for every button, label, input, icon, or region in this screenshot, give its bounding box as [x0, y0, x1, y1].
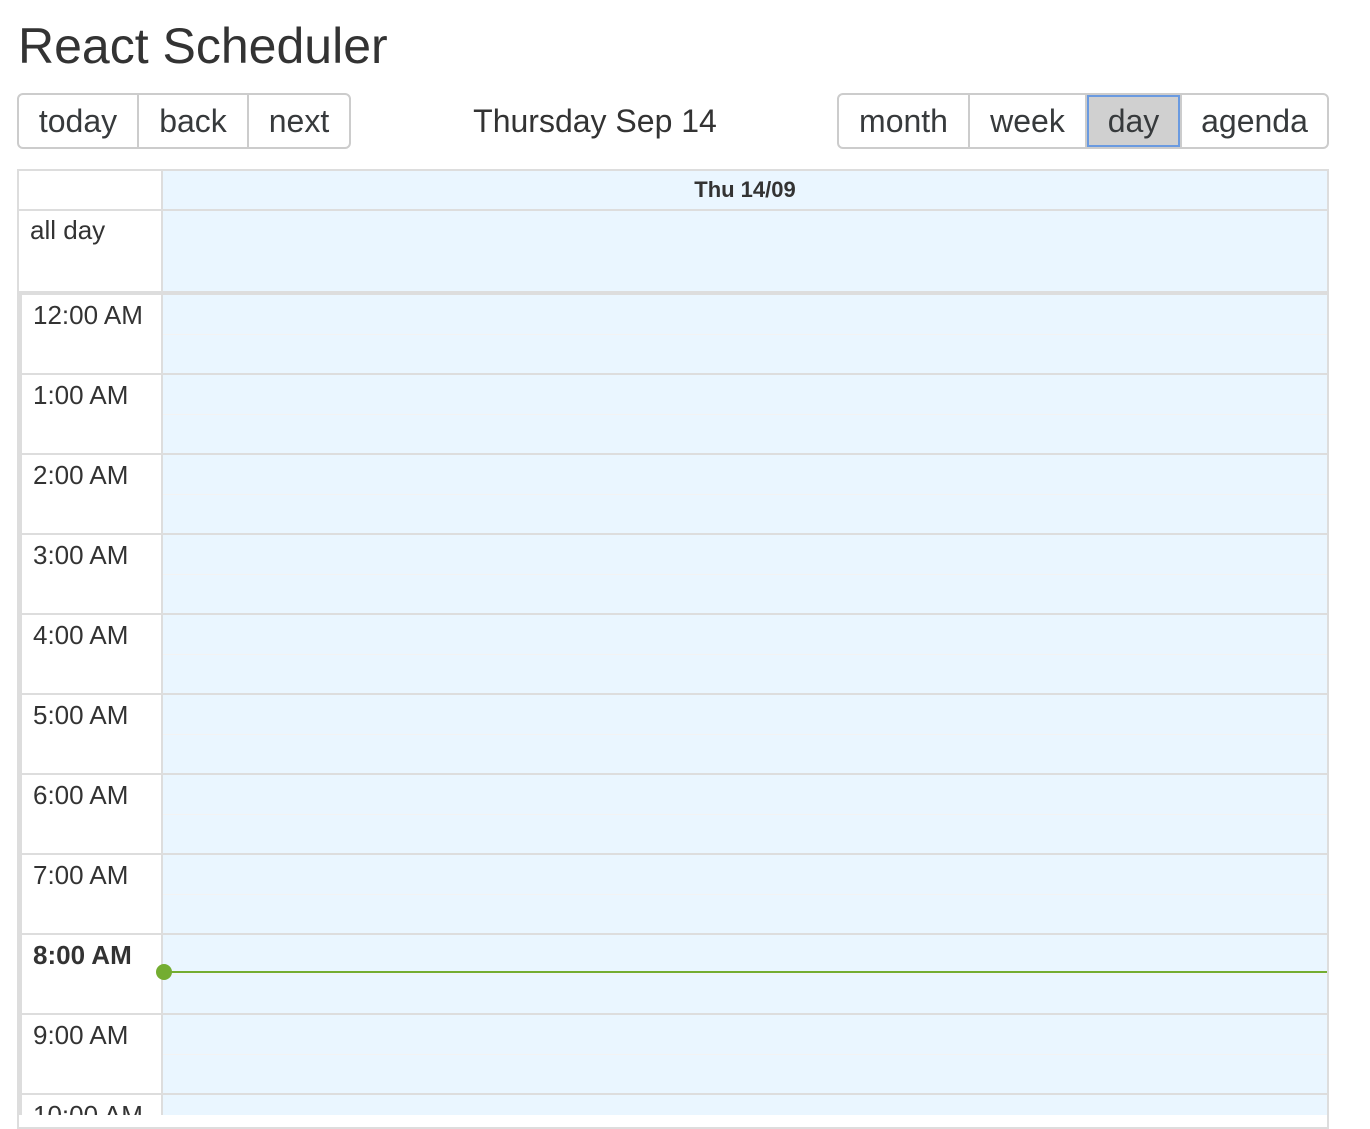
- time-grid[interactable]: 12:00 AM 1:00 AM 2:00 AM 3:00 AM 4:00 AM 5:00…: [19, 295, 1327, 1115]
- half-hour-divider: [163, 1054, 1327, 1055]
- time-gutter: 12:00 AM 1:00 AM 2:00 AM 3:00 AM 4:00 AM 5:00…: [19, 295, 163, 1115]
- half-hour-divider: [163, 734, 1327, 735]
- time-slot-group: 1:00 AM: [22, 375, 161, 455]
- day-slot-column[interactable]: [156, 295, 1327, 1115]
- time-slot-label: 6:00 AM: [33, 780, 129, 810]
- time-slot-group: 4:00 AM: [22, 615, 161, 695]
- day-time-slot[interactable]: [163, 455, 1327, 535]
- time-slot-label: 4:00 AM: [33, 620, 129, 650]
- day-view-button[interactable]: day: [1087, 95, 1182, 147]
- day-time-slot[interactable]: [163, 295, 1327, 375]
- half-hour-divider: [163, 414, 1327, 415]
- day-time-slot[interactable]: [163, 695, 1327, 775]
- current-time-dot: [156, 964, 172, 980]
- time-slot-group: 10:00 AM: [22, 1095, 161, 1115]
- day-time-slot[interactable]: [163, 935, 1327, 1015]
- all-day-label: all day: [19, 211, 163, 291]
- time-slot-label: 8:00 AM: [33, 940, 132, 970]
- time-slot-label: 3:00 AM: [33, 540, 129, 570]
- time-slot-group: 6:00 AM: [22, 775, 161, 855]
- all-day-cell[interactable]: [163, 211, 1327, 291]
- time-slot-label: 10:00 AM: [33, 1100, 143, 1115]
- back-button[interactable]: back: [139, 95, 249, 147]
- day-time-slot[interactable]: [163, 615, 1327, 695]
- navigation-button-group: today back next: [17, 93, 351, 149]
- header-gutter: [19, 171, 163, 209]
- all-day-row: all day: [19, 211, 1327, 295]
- month-view-button[interactable]: month: [839, 95, 970, 147]
- day-time-slot[interactable]: [163, 855, 1327, 935]
- time-slot-label: 9:00 AM: [33, 1020, 129, 1050]
- day-time-slot[interactable]: [163, 535, 1327, 615]
- time-slot-group: 8:00 AM: [22, 935, 161, 1015]
- half-hour-divider: [163, 574, 1327, 575]
- week-view-button[interactable]: week: [970, 95, 1087, 147]
- current-time-indicator: [156, 964, 1327, 980]
- half-hour-divider: [163, 654, 1327, 655]
- time-slot-label: 2:00 AM: [33, 460, 129, 490]
- time-slot-group: 12:00 AM: [22, 295, 161, 375]
- half-hour-divider: [163, 894, 1327, 895]
- time-slot-label: 5:00 AM: [33, 700, 129, 730]
- page-title: React Scheduler: [18, 18, 388, 74]
- time-slot-group: 7:00 AM: [22, 855, 161, 935]
- time-slot-label: 7:00 AM: [33, 860, 129, 890]
- today-button[interactable]: today: [19, 95, 139, 147]
- day-header-row: Thu 14/09: [19, 171, 1327, 211]
- half-hour-divider: [163, 334, 1327, 335]
- day-time-slot[interactable]: [163, 1015, 1327, 1095]
- day-time-slot[interactable]: [163, 775, 1327, 855]
- next-button[interactable]: next: [249, 95, 349, 147]
- day-view-calendar: Thu 14/09 all day 12:00 AM 1:00 AM 2:00 AM…: [17, 169, 1329, 1129]
- half-hour-divider: [163, 974, 1327, 975]
- time-slot-group: 2:00 AM: [22, 455, 161, 535]
- view-button-group: month week day agenda: [837, 93, 1329, 149]
- time-slot-label: 1:00 AM: [33, 380, 129, 410]
- current-date-label: Thursday Sep 14: [473, 103, 717, 139]
- day-time-slot[interactable]: [163, 375, 1327, 455]
- agenda-view-button[interactable]: agenda: [1182, 95, 1327, 147]
- day-time-slot[interactable]: [163, 1095, 1327, 1115]
- half-hour-divider: [163, 494, 1327, 495]
- day-column-header[interactable]: Thu 14/09: [163, 171, 1327, 209]
- time-slot-group: 3:00 AM: [22, 535, 161, 615]
- half-hour-divider: [163, 814, 1327, 815]
- time-slot-label: 12:00 AM: [33, 300, 143, 330]
- time-slot-group: 9:00 AM: [22, 1015, 161, 1095]
- time-slot-group: 5:00 AM: [22, 695, 161, 775]
